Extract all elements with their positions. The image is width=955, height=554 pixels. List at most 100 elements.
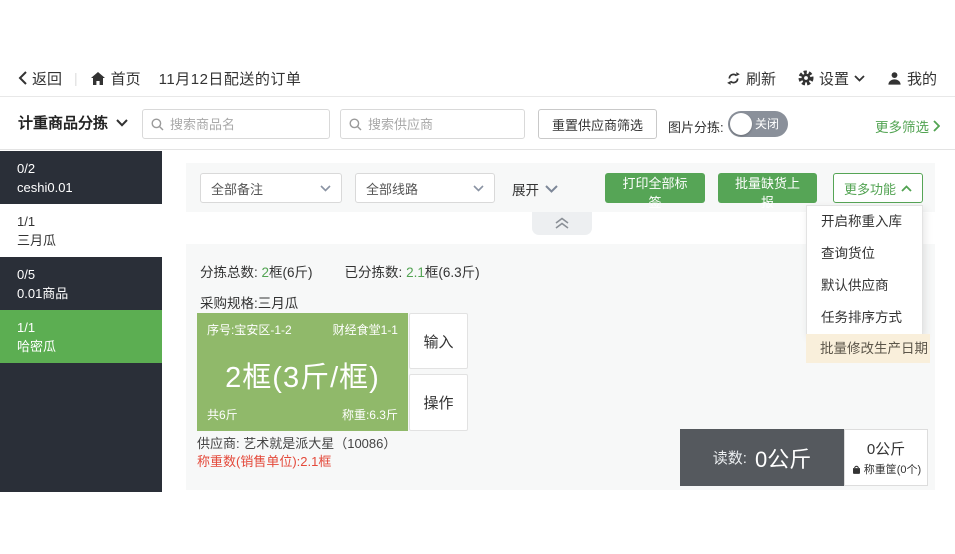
refresh-label: 刷新 — [746, 68, 776, 89]
supplier-search-box — [340, 109, 525, 139]
card-weighed: 称重:6.3斤 — [342, 406, 398, 423]
route-filter-select[interactable]: 全部线路 — [355, 173, 495, 203]
total-value: 2 — [262, 265, 270, 280]
input-button[interactable]: 输入 — [409, 313, 468, 369]
chevron-right-icon — [933, 120, 940, 132]
total-label: 分拣总数: — [200, 265, 258, 280]
supplier-info: 供应商: 艺术就是派大星（10086） — [197, 433, 396, 452]
sidebar-item-hamigua[interactable]: 1/1 哈密瓜 — [0, 310, 162, 363]
divider: | — [74, 70, 78, 86]
item-count: 1/1 — [17, 318, 162, 337]
my-account-label: 我的 — [907, 68, 937, 89]
menu-item-weigh-inbound[interactable]: 开启称重入库 — [807, 206, 922, 238]
gear-icon — [798, 70, 814, 86]
reset-supplier-filter-button[interactable]: 重置供应商筛选 — [538, 109, 657, 139]
person-icon — [887, 71, 902, 86]
weigh-basket-panel[interactable]: 0公斤 称重筐(0个) — [844, 429, 928, 486]
sidebar-item-ceshi[interactable]: 0/2 ceshi0.01 — [0, 151, 162, 204]
card-bottom-row: 共6斤 称重:6.3斤 — [207, 406, 398, 423]
top-bar-left: 返回 | 首页 11月12日配送的订单 — [18, 68, 301, 89]
menu-item-query-slot[interactable]: 查询货位 — [807, 238, 922, 270]
card-total-weight: 共6斤 — [207, 406, 238, 423]
action-button[interactable]: 操作 — [409, 374, 468, 431]
chevron-down-icon — [545, 185, 558, 193]
item-count: 0/2 — [17, 159, 162, 178]
toggle-knob — [730, 113, 752, 135]
sidebar-item-sanyuegua[interactable]: 1/1 三月瓜 — [0, 204, 162, 257]
remark-filter-value: 全部备注 — [211, 179, 263, 198]
item-name: 三月瓜 — [17, 231, 162, 250]
basket-label: 称重筐(0个) — [864, 461, 921, 477]
reading-label: 读数: — [713, 447, 747, 468]
card-destination: 财经食堂1-1 — [333, 321, 398, 338]
remark-filter-select[interactable]: 全部备注 — [200, 173, 342, 203]
basket-icon — [851, 464, 862, 475]
sort-mode-selector[interactable]: 计重商品分拣 — [18, 112, 128, 133]
search-icon — [151, 118, 164, 131]
chevron-down-icon — [473, 185, 484, 192]
route-filter-value: 全部线路 — [366, 179, 418, 198]
menu-item-batch-modify-date[interactable]: 批量修改生产日期 — [806, 334, 930, 363]
item-name: 哈密瓜 — [17, 337, 162, 356]
sorting-task-card[interactable]: 序号:宝安区-1-2 财经食堂1-1 2框(3斤/框) 共6斤 称重:6.3斤 — [197, 313, 408, 431]
image-sort-toggle[interactable]: 关闭 — [728, 111, 788, 137]
more-functions-button[interactable]: 更多功能 — [833, 173, 923, 203]
item-name: ceshi0.01 — [17, 178, 162, 197]
sorted-label: 已分拣数: — [345, 265, 403, 280]
chevron-down-icon — [116, 119, 128, 127]
print-all-labels-button[interactable]: 打印全部标签 — [605, 173, 705, 203]
purchase-spec: 采购规格:三月瓜 — [200, 292, 298, 312]
more-functions-menu: 开启称重入库 查询货位 默认供应商 任务排序方式 — [806, 205, 923, 335]
home-icon — [90, 71, 106, 86]
more-functions-label: 更多功能 — [844, 179, 896, 198]
card-serial: 序号:宝安区-1-2 — [207, 321, 292, 338]
collapse-toolbar-tab[interactable] — [532, 212, 592, 235]
toggle-state-label: 关闭 — [755, 117, 779, 131]
sorted-suffix: 框(6.3斤) — [425, 265, 480, 280]
item-count: 1/1 — [17, 212, 162, 231]
batch-shortage-report-button[interactable]: 批量缺货上报 — [718, 173, 817, 203]
expand-toggle[interactable]: 展开 — [512, 179, 558, 199]
card-top-row: 序号:宝安区-1-2 财经食堂1-1 — [207, 321, 398, 338]
basket-weight: 0公斤 — [867, 438, 905, 459]
sidebar-item-001shangpin[interactable]: 0/5 0.01商品 — [0, 257, 162, 310]
total-suffix: 框(6斤) — [269, 265, 313, 280]
image-sort-label: 图片分拣: — [668, 117, 724, 136]
settings-button[interactable]: 设置 — [798, 68, 865, 89]
supplier-search-input[interactable] — [368, 117, 508, 132]
settings-label: 设置 — [819, 68, 849, 89]
product-search-box — [142, 109, 330, 139]
menu-item-default-supplier[interactable]: 默认供应商 — [807, 270, 922, 302]
back-button[interactable]: 返回 — [18, 68, 62, 89]
home-button[interactable]: 首页 — [90, 68, 141, 89]
refresh-button[interactable]: 刷新 — [726, 68, 776, 89]
sort-mode-label: 计重商品分拣 — [18, 112, 108, 133]
chevron-up-icon — [901, 185, 912, 192]
chevron-down-icon — [320, 185, 331, 192]
more-filters-link[interactable]: 更多筛选 — [875, 116, 940, 136]
page-title: 11月12日配送的订单 — [159, 68, 302, 89]
product-search-input[interactable] — [170, 117, 310, 132]
total-stat: 分拣总数: 2框(6斤) — [200, 261, 313, 281]
basket-row: 称重筐(0个) — [851, 461, 921, 477]
refresh-icon — [726, 71, 741, 86]
sorting-stats: 分拣总数: 2框(6斤) 已分拣数: 2.1框(6.3斤) — [200, 261, 480, 281]
back-label: 返回 — [32, 68, 62, 89]
search-icon — [349, 118, 362, 131]
menu-item-task-sort[interactable]: 任务排序方式 — [807, 302, 922, 334]
weigh-count-info: 称重数(销售单位):2.1框 — [197, 451, 331, 470]
top-bar-right: 刷新 设置 — [726, 68, 937, 89]
item-name: 0.01商品 — [17, 284, 162, 303]
home-label: 首页 — [111, 68, 141, 89]
expand-label: 展开 — [512, 179, 539, 199]
scale-reading-panel: 读数: 0公斤 — [680, 429, 844, 486]
my-account-button[interactable]: 我的 — [887, 68, 937, 89]
filter-bar: 计重商品分拣 重置供应商筛选 图片分拣: 关闭 更多筛选 — [0, 98, 955, 150]
reading-value: 0公斤 — [755, 442, 811, 474]
top-bar: 返回 | 首页 11月12日配送的订单 — [0, 60, 955, 97]
task-sidebar: 0/2 ceshi0.01 1/1 三月瓜 0/5 0.01商品 1/1 哈密瓜 — [0, 151, 162, 492]
app-window: 返回 | 首页 11月12日配送的订单 — [0, 0, 955, 554]
double-chevron-up-icon — [554, 217, 570, 230]
chevron-down-icon — [854, 75, 865, 82]
back-chevron-icon — [18, 71, 27, 85]
